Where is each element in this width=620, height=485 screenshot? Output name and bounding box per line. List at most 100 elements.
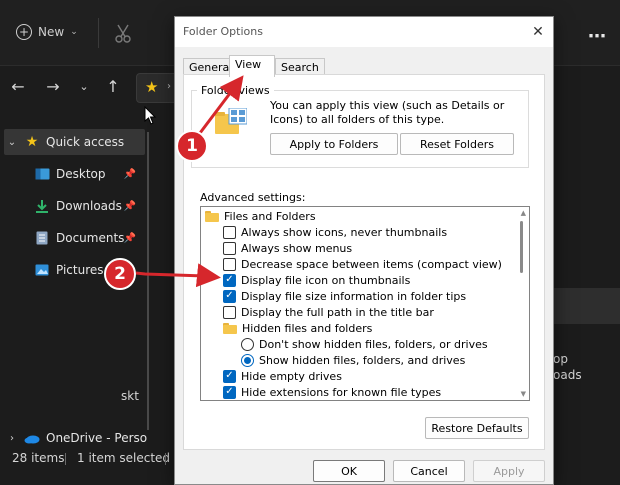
annotation-marker-2: 2 (104, 258, 136, 290)
folder-views-description: You can apply this view (such as Details… (270, 99, 505, 126)
option-label: Display the full path in the title bar (241, 305, 434, 319)
folder-view-icon (215, 107, 248, 136)
radio-button-selected[interactable] (241, 353, 254, 367)
reset-folders-button[interactable]: Reset Folders (400, 133, 514, 155)
apply-to-folders-button[interactable]: Apply to Folders (270, 133, 398, 155)
recent-locations-chevron-icon[interactable]: ⌄ (74, 80, 94, 93)
list-item-label: Files and Folders (224, 209, 316, 223)
sidebar-item-label: OneDrive - Perso (46, 431, 148, 445)
option-always-show-icons[interactable]: Always show icons, never thumbnails (223, 224, 447, 240)
sidebar-item-label: Quick access (46, 135, 125, 149)
folder-icon (223, 322, 237, 334)
more-options-icon[interactable]: ⋯ (588, 26, 607, 47)
radio-button[interactable] (241, 337, 254, 351)
toolbar-divider (98, 18, 99, 48)
restore-defaults-button[interactable]: Restore Defaults (425, 417, 529, 439)
option-label: Decrease space between items (compact vi… (241, 257, 502, 271)
selected-file-highlight[interactable] (553, 288, 620, 324)
option-label: Don't show hidden files, folders, or dri… (259, 337, 488, 351)
checkbox[interactable] (223, 257, 236, 271)
ok-button[interactable]: OK (313, 460, 385, 482)
mouse-cursor-icon (144, 106, 157, 125)
sidebar-item-label: Pictures (56, 263, 104, 277)
option-display-full-path[interactable]: Display the full path in the title bar (223, 304, 434, 320)
plus-icon: + (16, 24, 32, 40)
sidebar-item-documents[interactable]: Documents 📌 (34, 225, 148, 251)
cloud-icon (24, 431, 40, 445)
option-show-hidden[interactable]: Show hidden files, folders, and drives (241, 352, 465, 368)
close-icon[interactable]: ✕ (523, 17, 553, 47)
list-item-label: Hidden files and folders (242, 321, 373, 335)
folder-options-dialog: Folder Options ✕ General View Search Fol… (174, 16, 554, 485)
pictures-icon (34, 263, 50, 277)
sidebar-item-label: Desktop (56, 167, 106, 181)
option-label: Hide empty drives (241, 369, 342, 383)
star-icon: ★ (145, 78, 159, 96)
status-divider (165, 453, 166, 465)
desktop-icon (34, 167, 50, 181)
checkbox-checked[interactable]: ✓ (223, 369, 236, 383)
sidebar-item-label: Downloads (56, 199, 122, 213)
option-label: Hide extensions for known file types (241, 385, 442, 399)
checkbox-checked[interactable]: ✓ (223, 385, 236, 399)
checkbox[interactable] (223, 241, 236, 255)
folder-icon (205, 210, 219, 222)
tab-view[interactable]: View (229, 55, 275, 77)
new-label: New (38, 25, 65, 39)
new-button[interactable]: + New ⌄ (16, 24, 78, 40)
option-label: Show hidden files, folders, and drives (259, 353, 466, 367)
list-item-hidden-files-and-folders: Hidden files and folders (223, 320, 372, 336)
status-divider (65, 453, 66, 465)
cancel-button[interactable]: Cancel (393, 460, 465, 482)
checkbox-checked[interactable]: ✓ (223, 273, 236, 287)
downloads-icon (34, 199, 50, 213)
items-count: 28 items (12, 451, 65, 465)
sidebar-scrollbar[interactable] (147, 132, 149, 430)
back-arrow-icon[interactable]: ← (8, 77, 28, 96)
expand-chevron-icon[interactable]: › (4, 433, 20, 444)
apply-button[interactable]: Apply (473, 460, 545, 482)
selection-count: 1 item selected (77, 451, 171, 465)
option-label: Always show icons, never thumbnails (241, 225, 448, 239)
option-dont-show-hidden[interactable]: Don't show hidden files, folders, or dri… (241, 336, 488, 352)
forward-arrow-icon[interactable]: → (43, 77, 63, 96)
advanced-settings-list[interactable]: Files and Folders Always show icons, nev… (200, 206, 530, 401)
option-display-file-size-info[interactable]: ✓ Display file size information in folde… (223, 288, 466, 304)
file-label-partial: op (553, 352, 568, 366)
star-icon: ★ (25, 134, 39, 150)
dialog-titlebar[interactable]: Folder Options ✕ (175, 17, 553, 47)
sidebar-item-downloads[interactable]: Downloads 📌 (34, 193, 148, 219)
list-scrollbar-thumb[interactable] (520, 221, 523, 273)
option-display-file-icon-on-thumbnails[interactable]: ✓ Display file icon on thumbnails (223, 272, 410, 288)
pin-icon[interactable]: 📌 (124, 233, 136, 244)
option-always-show-menus[interactable]: Always show menus (223, 240, 352, 256)
folder-views-legend: Folder views (197, 84, 274, 97)
chevron-right-icon: › (167, 81, 171, 92)
up-arrow-icon[interactable]: ↑ (103, 77, 123, 96)
sidebar-item-desktop[interactable]: Desktop 📌 (34, 161, 148, 187)
pin-icon[interactable]: 📌 (124, 169, 136, 180)
documents-icon (34, 231, 50, 245)
option-hide-empty-drives[interactable]: ✓ Hide empty drives (223, 368, 342, 384)
pin-icon[interactable]: 📌 (124, 201, 136, 212)
checkbox[interactable] (223, 225, 236, 239)
expand-chevron-icon[interactable]: ⌄ (4, 137, 20, 148)
advanced-settings-label: Advanced settings: (200, 191, 306, 204)
scroll-down-arrow-icon[interactable]: ▼ (521, 390, 526, 398)
sidebar-item-label: Documents (56, 231, 125, 245)
cut-icon[interactable] (113, 22, 133, 44)
option-label: Always show menus (241, 241, 353, 255)
file-label-partial: oads (553, 368, 582, 382)
sidebar-item-quick-access[interactable]: ⌄ ★ Quick access (4, 129, 145, 155)
annotation-marker-1: 1 (176, 130, 208, 162)
option-hide-extensions[interactable]: ✓ Hide extensions for known file types (223, 384, 441, 400)
option-label: Display file size information in folder … (241, 289, 467, 303)
sidebar-partial-label: skt (121, 389, 139, 403)
scroll-up-arrow-icon[interactable]: ▲ (521, 209, 526, 217)
chevron-down-icon: ⌄ (70, 27, 78, 37)
list-item-files-and-folders: Files and Folders (205, 208, 316, 224)
checkbox-checked[interactable]: ✓ (223, 289, 236, 303)
option-compact-view[interactable]: Decrease space between items (compact vi… (223, 256, 502, 272)
option-label: Display file icon on thumbnails (241, 273, 411, 287)
checkbox[interactable] (223, 305, 236, 319)
